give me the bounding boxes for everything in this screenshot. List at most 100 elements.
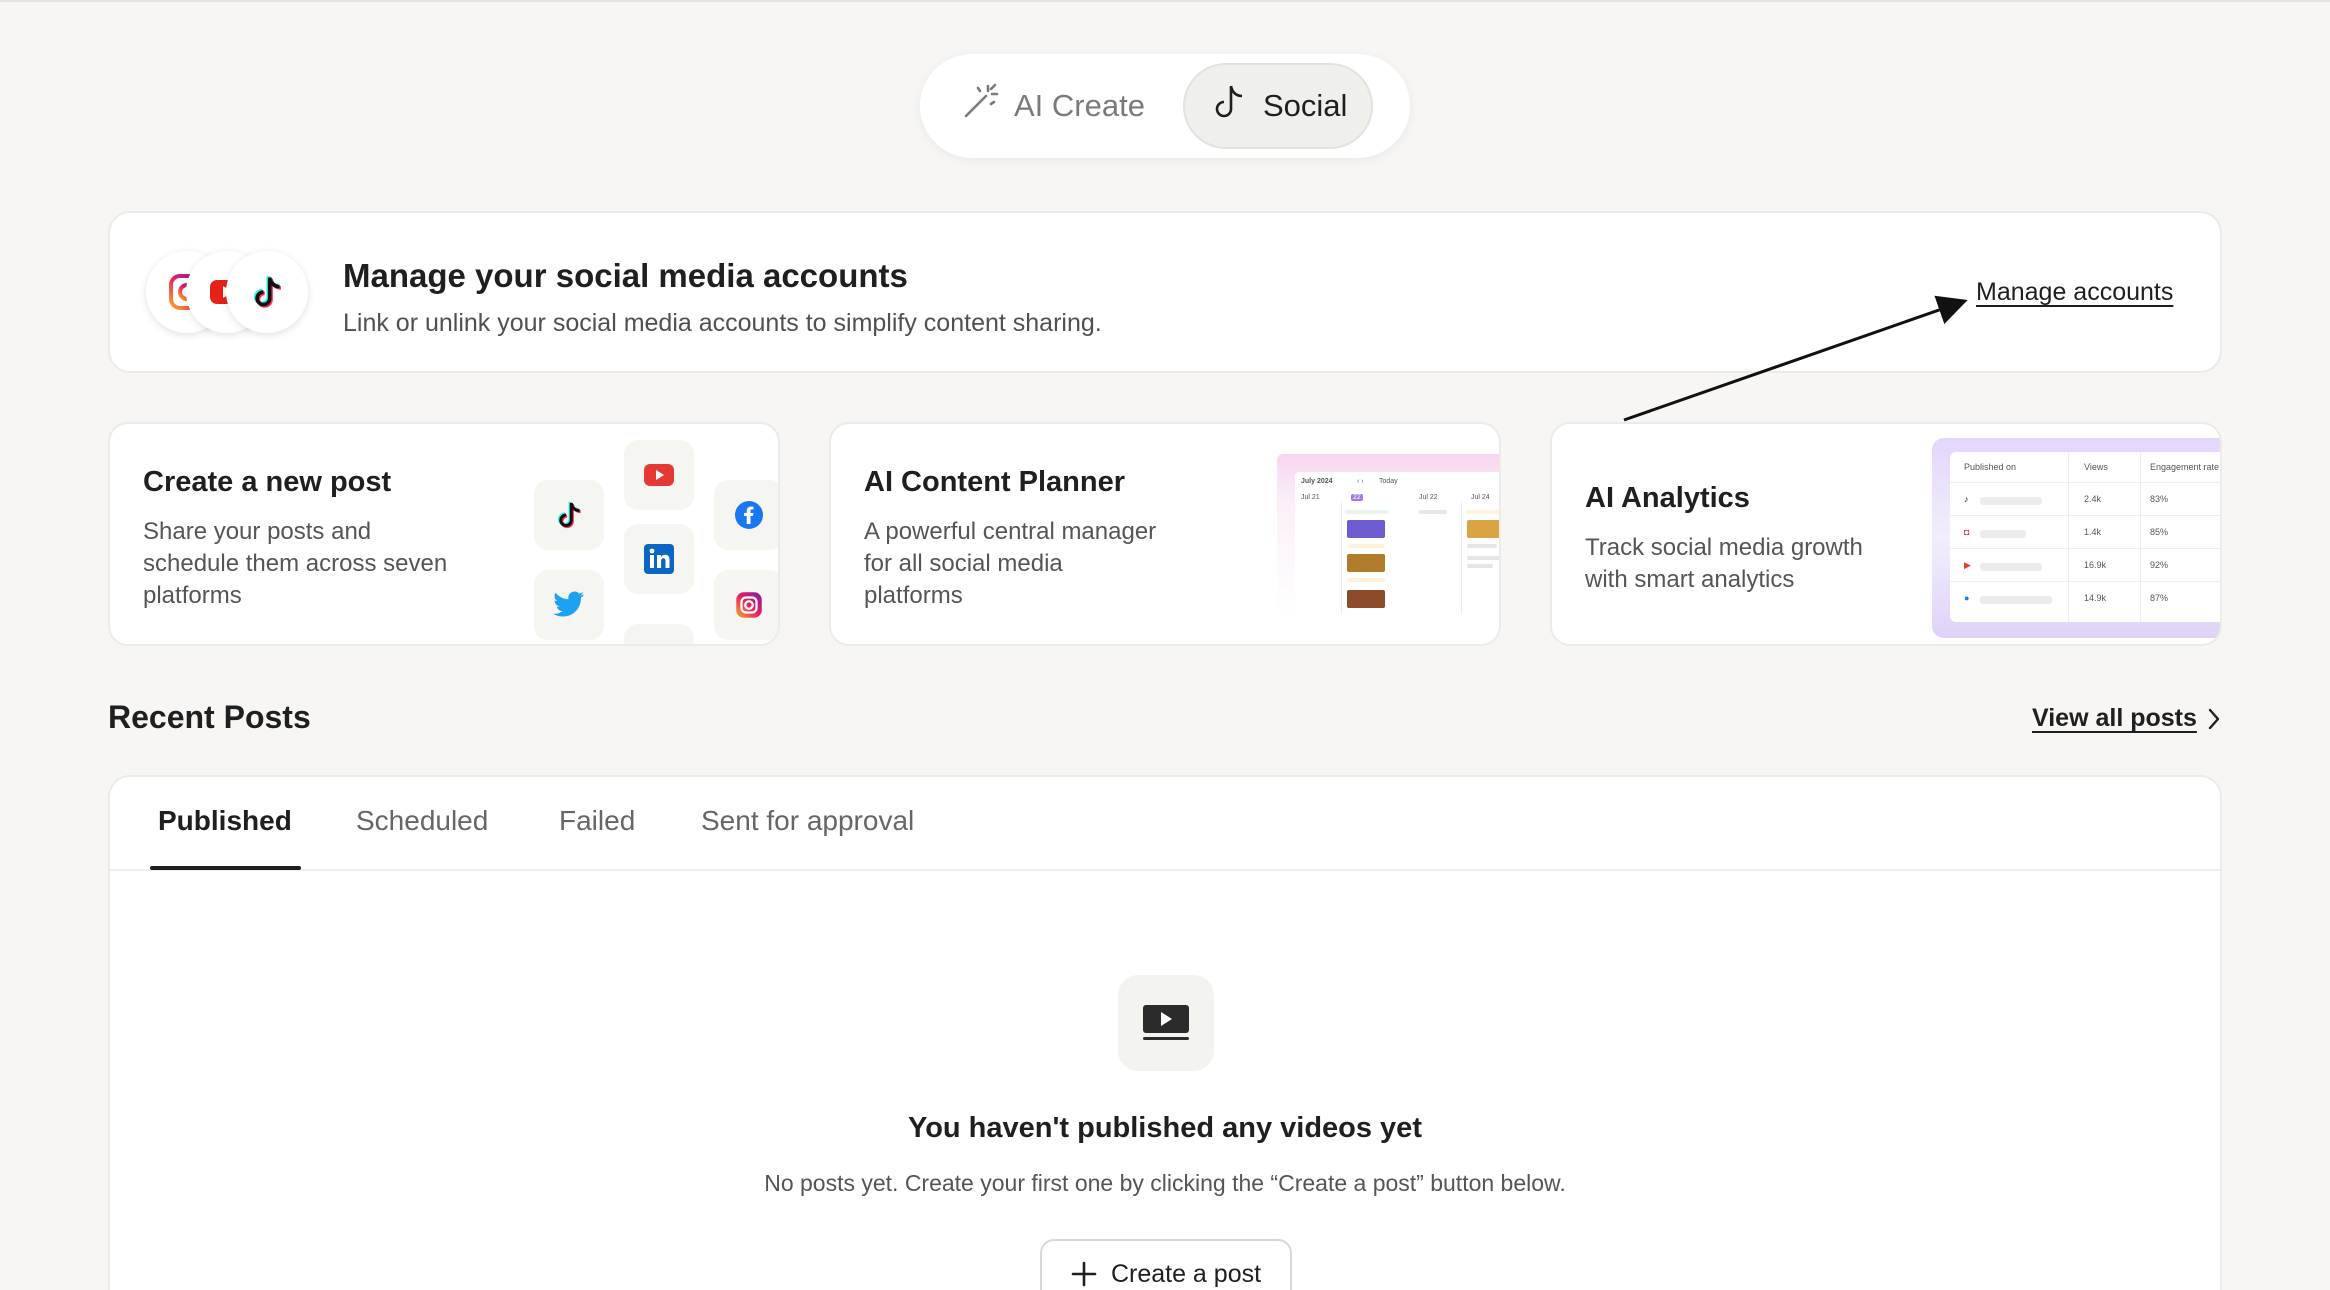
manage-accounts-link[interactable]: Manage accounts <box>1976 278 2173 307</box>
posts-panel: Published Scheduled Failed Sent for appr… <box>108 775 2222 1290</box>
planner-thumbnail <box>1467 520 1499 538</box>
placeholder-bar <box>1980 530 2026 538</box>
youtube-icon <box>624 440 694 510</box>
planner-col-divider <box>1341 502 1342 614</box>
chevron-right-icon <box>2208 708 2220 729</box>
analytics-desc-line: Track social media growth <box>1585 534 1863 561</box>
planner-pill <box>1347 544 1385 548</box>
facebook-icon <box>714 480 778 550</box>
top-divider <box>0 0 2330 2</box>
ai-content-planner-card[interactable]: AI Content Planner A powerful central ma… <box>829 422 1501 646</box>
facebook-icon: ● <box>1964 593 1970 603</box>
planner-day-selected: 22 <box>1351 494 1363 501</box>
tab-sent-for-approval[interactable]: Sent for approval <box>701 805 914 837</box>
tab-published[interactable]: Published <box>158 805 292 837</box>
table-header: Published on <box>1964 462 2017 472</box>
rate-value: 87% <box>2150 593 2169 603</box>
annotation-arrow <box>1623 295 1968 422</box>
table-row: ● 14.9k 87% <box>1950 581 2220 614</box>
planner-pill <box>1347 578 1385 582</box>
video-player-icon <box>1118 975 1214 1071</box>
tiktok-icon: ♪ <box>1964 494 1969 504</box>
create-post-title: Create a new post <box>143 466 392 498</box>
table-row: ▶ 16.9k 92% <box>1950 548 2220 581</box>
ai-analytics-card[interactable]: AI Analytics Track social media growth w… <box>1550 422 2222 646</box>
plus-icon <box>1071 1261 1097 1287</box>
create-post-button[interactable]: Create a post <box>1040 1239 1292 1290</box>
account-avatars <box>146 251 308 335</box>
create-post-desc-line: Share your posts and <box>143 518 372 545</box>
planner-month: July 2024 <box>1301 478 1333 485</box>
tiktok-icon <box>1209 82 1249 130</box>
create-post-label: Create a post <box>1110 1259 1262 1288</box>
planner-thumbnail <box>1347 590 1385 608</box>
planner-day: Jul 21 <box>1301 494 1320 501</box>
analytics-table-preview: Published on Views Engagement rate ♪ 2.4… <box>1950 452 2220 622</box>
table-row: ◘ 1.4k 85% <box>1950 515 2220 548</box>
planner-thumbnail <box>1347 520 1385 538</box>
create-post-desc-line: platforms <box>143 582 242 609</box>
create-post-desc-line: schedule them across seven <box>143 550 448 577</box>
views-value: 1.4k <box>2084 527 2102 537</box>
placeholder-bar <box>1980 563 2042 571</box>
empty-state-title: You haven't published any videos yet <box>908 1112 1422 1144</box>
planner-pill <box>1465 510 1499 514</box>
planner-desc-line: platforms <box>864 582 963 609</box>
planner-pill <box>1467 544 1497 548</box>
youtube-icon: ▶ <box>1964 560 1971 570</box>
table-row: ♪ 2.4k 83% <box>1950 482 2220 515</box>
planner-desc-line: A powerful central manager <box>864 518 1157 545</box>
analytics-preview: Published on Views Engagement rate ♪ 2.4… <box>1932 438 2220 638</box>
create-post-card[interactable]: Create a new post Share your posts and s… <box>108 422 780 646</box>
planner-desc-line: for all social media <box>864 550 1063 577</box>
instagram-icon <box>714 570 778 640</box>
table-header: Views <box>2084 462 2108 472</box>
mode-switch: AI Create Social <box>920 54 1410 158</box>
planner-thumbnail <box>1347 554 1385 572</box>
tiktok-avatar-icon <box>226 251 308 333</box>
banner-title: Manage your social media accounts <box>343 257 908 294</box>
banner-subtitle: Link or unlink your social media account… <box>343 309 1102 337</box>
analytics-title: AI Analytics <box>1585 482 1750 514</box>
instagram-icon: ◘ <box>1964 527 1970 537</box>
placeholder-bar <box>1980 497 2042 505</box>
planner-day: Jul 22 <box>1419 494 1438 501</box>
views-value: 2.4k <box>2084 494 2102 504</box>
planner-pill <box>1419 510 1447 514</box>
rate-value: 92% <box>2150 560 2169 570</box>
planner-col-divider <box>1461 502 1462 614</box>
social-label: Social <box>1262 88 1348 123</box>
posts-tabs: Published Scheduled Failed Sent for appr… <box>110 777 2220 871</box>
views-value: 16.9k <box>2084 560 2107 570</box>
recent-posts-title: Recent Posts <box>108 699 311 735</box>
planner-calendar-preview: July 2024 ‹ › Today Jul 21 22 Jul 22 Jul… <box>1295 472 1499 614</box>
planner-today: Today <box>1379 478 1398 485</box>
twitter-icon <box>534 570 604 640</box>
planner-pill <box>1467 556 1499 560</box>
linkedin-icon <box>624 524 694 594</box>
view-all-label: View all posts <box>2032 704 2197 732</box>
table-header: Engagement rate <box>2150 462 2220 472</box>
ai-create-toggle[interactable]: AI Create <box>934 63 1171 149</box>
analytics-desc-line: with smart analytics <box>1585 566 1795 593</box>
placeholder-bar <box>1980 596 2052 604</box>
tab-scheduled[interactable]: Scheduled <box>356 805 488 837</box>
active-tab-indicator <box>150 866 301 870</box>
planner-title: AI Content Planner <box>864 466 1126 498</box>
view-all-posts-link[interactable]: View all posts <box>2032 704 2221 733</box>
views-value: 14.9k <box>2084 593 2107 603</box>
tab-failed[interactable]: Failed <box>559 805 635 837</box>
planner-nav-icon: ‹ › <box>1357 478 1364 485</box>
planner-pill <box>1345 510 1389 514</box>
tiktok-icon <box>534 480 604 550</box>
placeholder-tile <box>624 624 694 644</box>
planner-day: Jul 24 <box>1471 494 1490 501</box>
empty-state-subtitle: No posts yet. Create your first one by c… <box>764 1170 1566 1196</box>
planner-preview: July 2024 ‹ › Today Jul 21 22 Jul 22 Jul… <box>1277 454 1499 614</box>
rate-value: 83% <box>2150 494 2169 504</box>
magic-wand-icon <box>960 82 1000 130</box>
planner-pill <box>1467 564 1493 568</box>
social-toggle[interactable]: Social <box>1182 63 1374 149</box>
rate-value: 85% <box>2150 527 2169 537</box>
ai-create-label: AI Create <box>1014 88 1145 123</box>
